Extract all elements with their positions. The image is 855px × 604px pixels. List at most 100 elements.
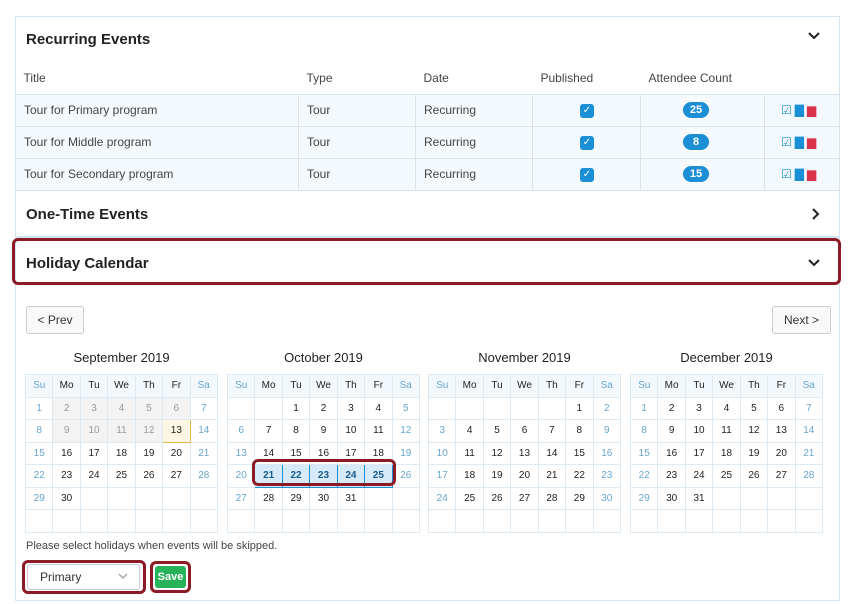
calendar-day[interactable]: 4	[364, 396, 393, 420]
chevron-right-icon[interactable]	[808, 206, 824, 225]
calendar-day[interactable]: 11	[455, 441, 484, 465]
published-checkbox[interactable]: ✓	[580, 168, 594, 182]
trash-icon[interactable]: ▆	[807, 103, 816, 117]
calendar-day[interactable]: 25	[712, 464, 741, 488]
calendar-day[interactable]: 16	[52, 441, 81, 465]
calendar-day[interactable]: 30	[52, 486, 81, 510]
calendar-day[interactable]: 22	[629, 464, 659, 488]
calendar-day[interactable]: 3	[79, 396, 109, 420]
calendar-day[interactable]: 5	[391, 396, 421, 420]
calendar-day[interactable]: 5	[739, 396, 769, 420]
trash-icon[interactable]: ▆	[807, 135, 816, 149]
calendar-day[interactable]: 25	[455, 486, 484, 510]
calendar-day[interactable]: 21	[794, 441, 824, 465]
calendar-day[interactable]: 16	[592, 441, 622, 465]
calendar-day[interactable]: 28	[794, 464, 824, 488]
calendar-day[interactable]: 7	[537, 419, 567, 443]
calendar-day[interactable]: 8	[565, 419, 594, 443]
calendar-day[interactable]: 7	[794, 396, 824, 420]
calendar-day[interactable]: 20	[510, 464, 539, 488]
calendar-day[interactable]: 4	[712, 396, 741, 420]
calendar-day[interactable]: 10	[79, 419, 109, 443]
calendar-day[interactable]: 13	[226, 441, 256, 465]
calendar-day[interactable]: 26	[134, 464, 164, 488]
calendar-day[interactable]: 2	[657, 396, 686, 420]
next-button[interactable]: Next >	[772, 306, 831, 334]
calendar-day[interactable]: 13	[162, 419, 191, 443]
calendar-day[interactable]: 8	[281, 419, 311, 443]
calendar-day[interactable]: 6	[226, 419, 256, 443]
calendar-day[interactable]: 23	[52, 464, 81, 488]
calendar-day[interactable]: 24	[427, 486, 457, 510]
calendar-day[interactable]: 10	[336, 419, 366, 443]
calendar-day[interactable]: 14	[794, 419, 824, 443]
calendar-day[interactable]: 1	[24, 396, 54, 420]
calendar-day[interactable]: 9	[309, 419, 338, 443]
calendar-day[interactable]: 6	[510, 419, 539, 443]
calendar-day[interactable]: 9	[657, 419, 686, 443]
published-checkbox[interactable]: ✓	[580, 136, 594, 150]
calendar-day[interactable]: 12	[482, 441, 512, 465]
calendar-day[interactable]: 11	[712, 419, 741, 443]
calendar-day[interactable]: 17	[427, 464, 457, 488]
calendar-day[interactable]: 2	[592, 396, 622, 420]
chevron-down-icon[interactable]	[806, 28, 822, 47]
calendar-day[interactable]: 6	[767, 396, 796, 420]
calendar-day[interactable]: 29	[24, 486, 54, 510]
calendar-day[interactable]: 10	[427, 441, 457, 465]
calendar-day[interactable]: 30	[657, 486, 686, 510]
calendar-day[interactable]: 17	[79, 441, 109, 465]
calendar-day[interactable]: 5	[482, 419, 512, 443]
calendar-day[interactable]: 5	[134, 396, 164, 420]
calendar-day[interactable]: 23	[592, 464, 622, 488]
calendar-day[interactable]: 20	[162, 441, 191, 465]
calendar-day[interactable]: 3	[684, 396, 714, 420]
prev-button[interactable]: < Prev	[26, 306, 84, 334]
calendar-day[interactable]: 2	[309, 396, 338, 420]
calendar-day[interactable]: 14	[537, 441, 567, 465]
calendar-day[interactable]: 19	[739, 441, 769, 465]
calendar-day[interactable]: 15	[629, 441, 659, 465]
calendar-day[interactable]: 31	[336, 486, 366, 510]
edit-icon[interactable]: ☑	[781, 135, 792, 149]
calendar-day[interactable]: 12	[391, 419, 421, 443]
calendar-day[interactable]: 28	[254, 486, 283, 510]
calendar-day[interactable]: 7	[189, 396, 219, 420]
calendar-day[interactable]: 4	[107, 396, 136, 420]
calendar-day[interactable]: 17	[684, 441, 714, 465]
calendar-day[interactable]: 12	[134, 419, 164, 443]
calendar-day[interactable]: 7	[254, 419, 283, 443]
calendar-day[interactable]: 27	[162, 464, 191, 488]
calendar-day[interactable]: 21	[537, 464, 567, 488]
calendar-day[interactable]: 30	[592, 486, 622, 510]
calendar-day[interactable]: 8	[629, 419, 659, 443]
calendar-day[interactable]: 19	[134, 441, 164, 465]
calendar-day[interactable]: 9	[592, 419, 622, 443]
calendar-day[interactable]: 18	[455, 464, 484, 488]
calendar-day[interactable]: 16	[657, 441, 686, 465]
calendar-day[interactable]: 11	[364, 419, 393, 443]
document-icon[interactable]: ▇	[795, 135, 804, 149]
calendar-day[interactable]: 30	[309, 486, 338, 510]
calendar-day[interactable]: 23	[657, 464, 686, 488]
calendar-day[interactable]: 3	[336, 396, 366, 420]
calendar-day[interactable]: 14	[189, 419, 219, 443]
calendar-day[interactable]: 26	[739, 464, 769, 488]
calendar-day[interactable]: 29	[281, 486, 311, 510]
calendar-day[interactable]: 24	[684, 464, 714, 488]
calendar-day[interactable]: 3	[427, 419, 457, 443]
calendar-day[interactable]: 11	[107, 419, 136, 443]
calendar-day[interactable]: 27	[767, 464, 796, 488]
document-icon[interactable]: ▇	[795, 167, 804, 181]
calendar-day[interactable]: 25	[107, 464, 136, 488]
calendar-day[interactable]: 1	[565, 396, 594, 420]
calendar-day[interactable]: 20	[226, 464, 256, 488]
calendar-day[interactable]: 18	[712, 441, 741, 465]
trash-icon[interactable]: ▆	[807, 167, 816, 181]
calendar-day[interactable]: 19	[391, 441, 421, 465]
edit-icon[interactable]: ☑	[781, 167, 792, 181]
calendar-day[interactable]: 31	[684, 486, 714, 510]
published-checkbox[interactable]: ✓	[580, 104, 594, 118]
calendar-day[interactable]: 24	[79, 464, 109, 488]
edit-icon[interactable]: ☑	[781, 103, 792, 117]
